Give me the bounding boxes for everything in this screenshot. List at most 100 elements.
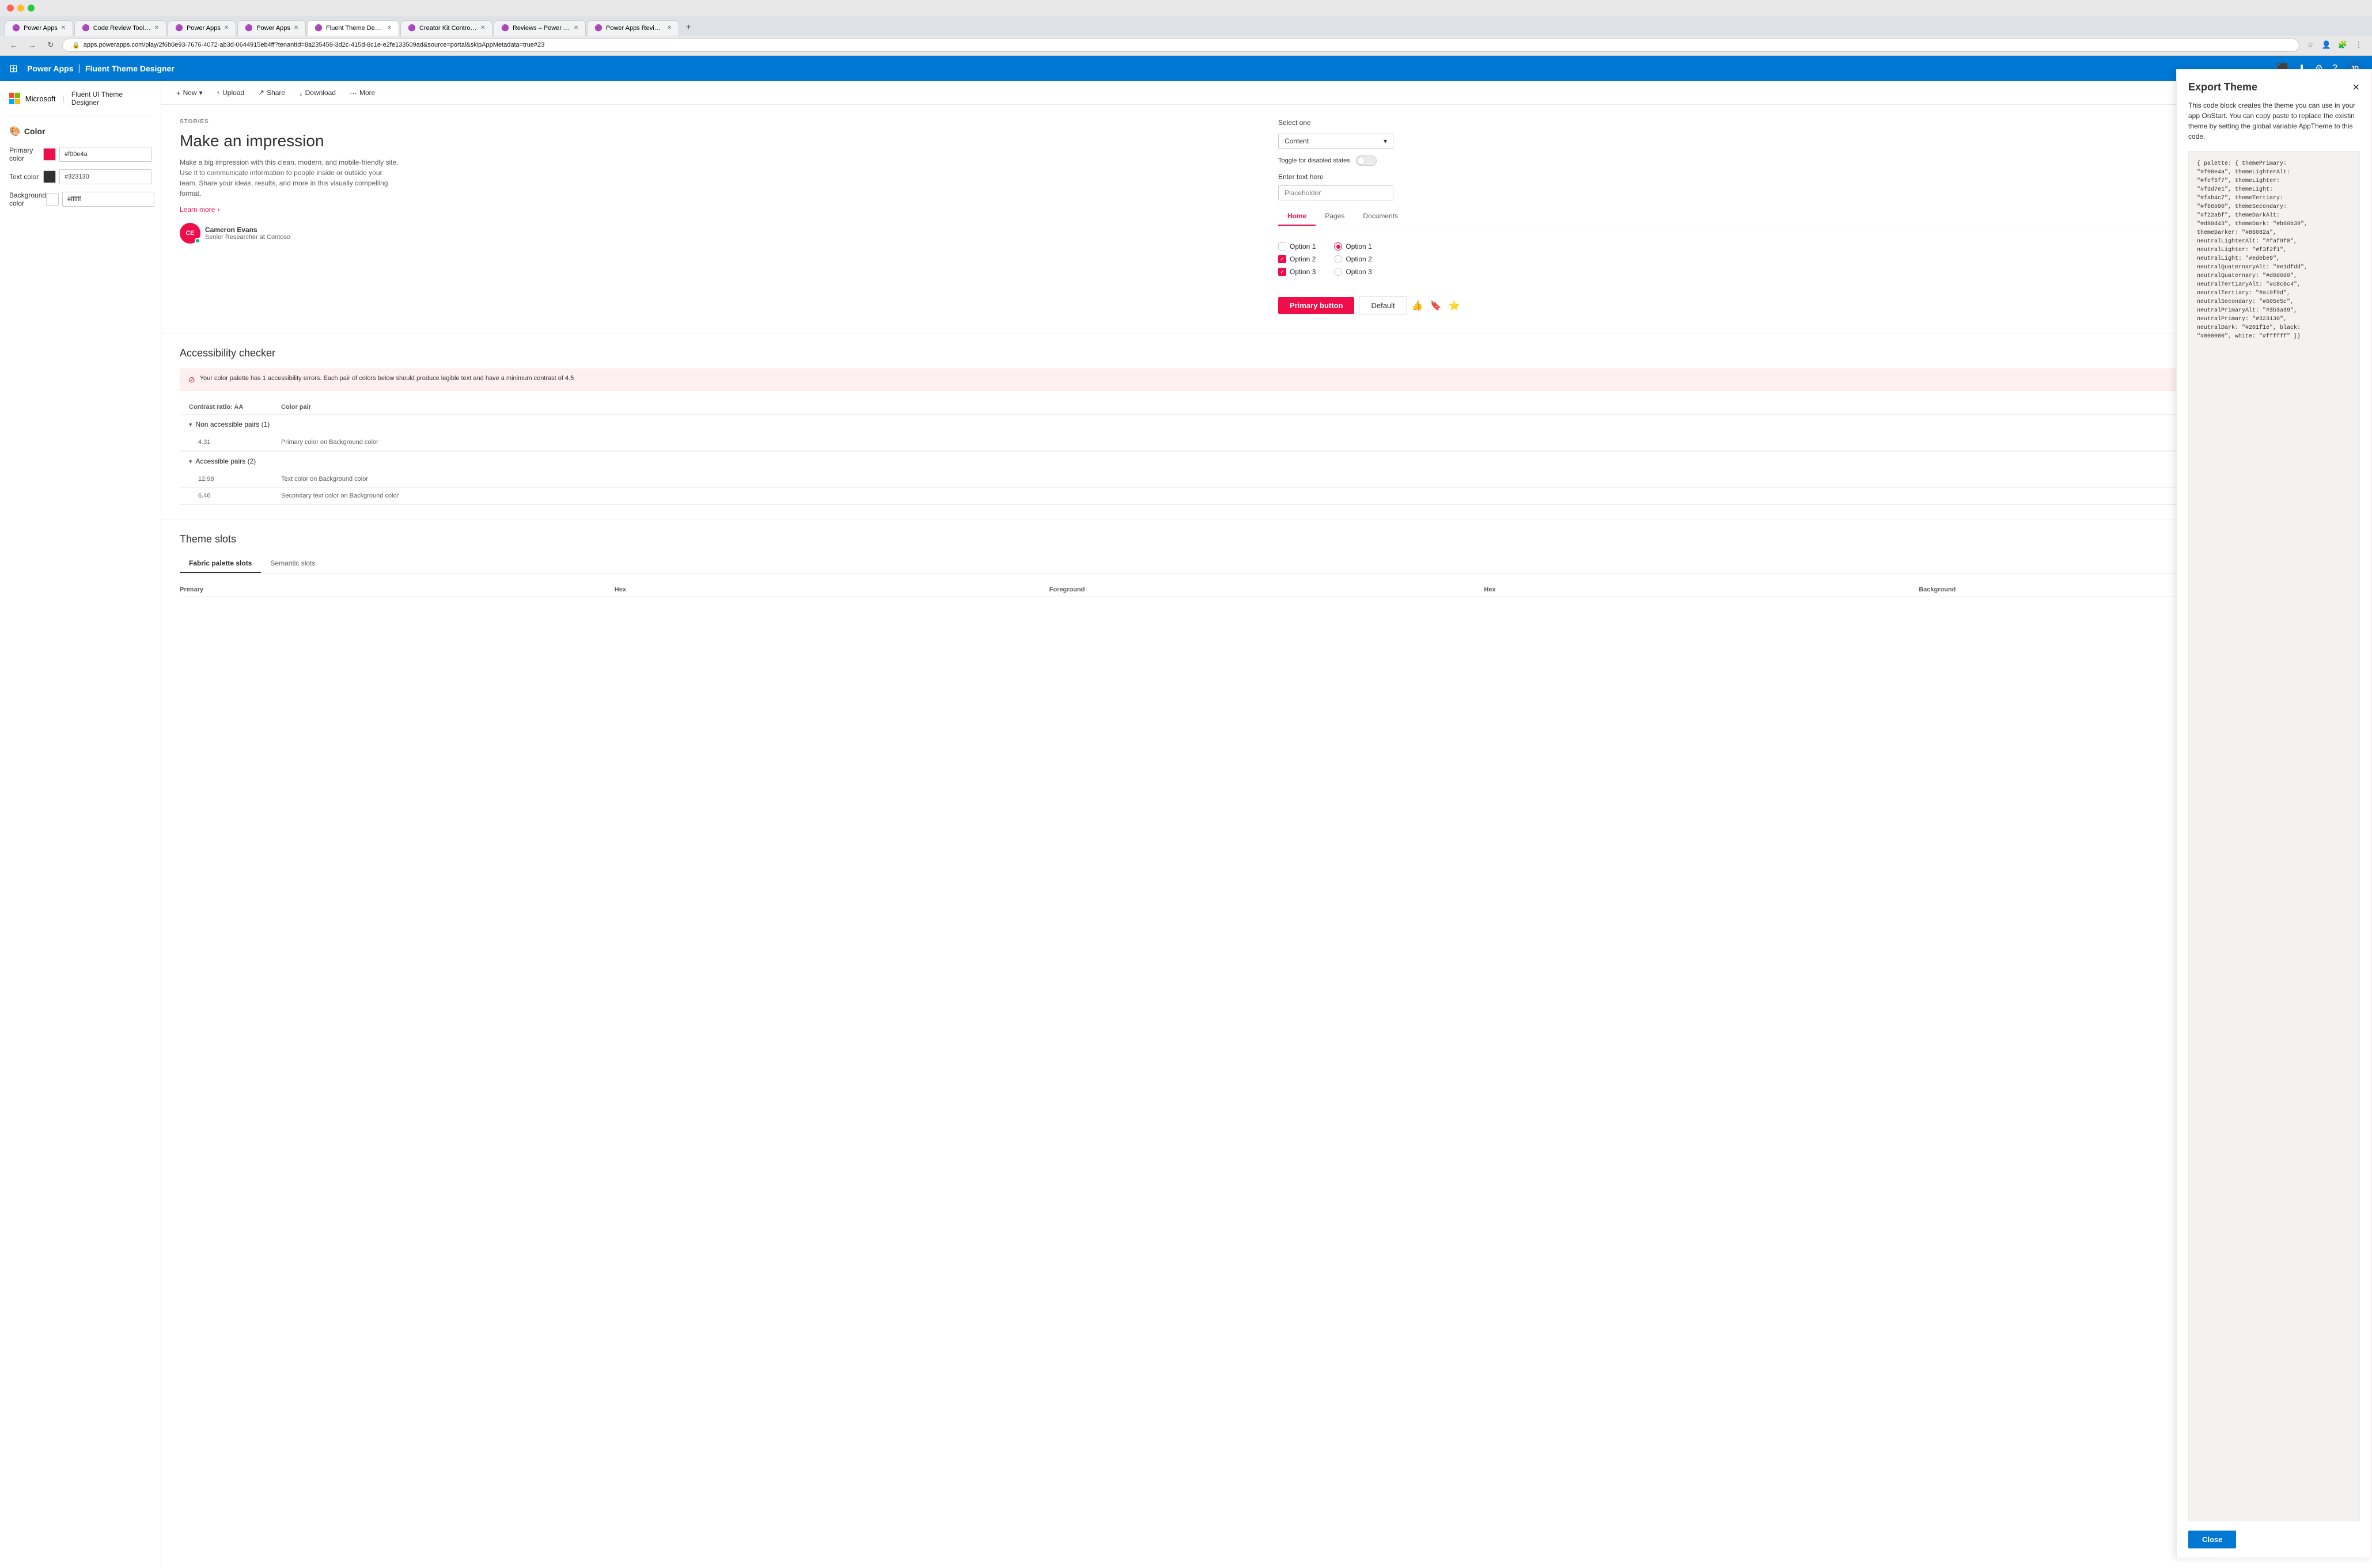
tab-close-5[interactable]: ✕ (387, 25, 392, 31)
new-button[interactable]: + New ▾ (170, 86, 209, 100)
radio-option-3[interactable]: Option 3 (1334, 268, 1371, 276)
settings-dots-icon[interactable]: ⋮ (2352, 39, 2365, 51)
tab-close-3[interactable]: ✕ (224, 25, 229, 31)
tab-favicon-1: 🟣 (12, 24, 20, 32)
new-chevron: ▾ (199, 89, 203, 97)
select-dropdown[interactable]: Content ▾ (1278, 134, 1393, 149)
close-traffic-light[interactable] (7, 5, 14, 12)
minimize-traffic-light[interactable] (17, 5, 24, 12)
primary-button[interactable]: Primary button (1278, 297, 1354, 314)
browser-tab-5[interactable]: 🟣 Fluent Theme Designer - ... ✕ (307, 20, 399, 36)
ratio-1: 4.31 (198, 439, 281, 446)
refresh-button[interactable]: ↻ (44, 38, 58, 52)
primary-color-input[interactable] (59, 147, 151, 162)
radio-option-1[interactable]: Option 1 (1334, 242, 1371, 250)
browser-chrome: 🟣 Power Apps ✕ 🟣 Code Review Tool Experi… (0, 0, 2372, 56)
waffle-icon[interactable]: ⊞ (9, 63, 18, 75)
default-button[interactable]: Default (1359, 297, 1407, 314)
accessible-header[interactable]: ▾ Accessible pairs (2) (180, 451, 2354, 471)
left-sidebar: Microsoft | Fluent UI Theme Designer 🎨 C… (0, 81, 161, 1568)
browser-tab-4[interactable]: 🟣 Power Apps ✕ (237, 20, 306, 36)
star-icon[interactable]: ⭐ (1449, 300, 1460, 312)
browser-tab-2[interactable]: 🟣 Code Review Tool Experim... ✕ (74, 20, 166, 36)
accessible-row-2: 6.46 Secondary text color on Background … (180, 488, 2354, 504)
tab-close-8[interactable]: ✕ (667, 25, 672, 31)
browser-tab-8[interactable]: 🟣 Power Apps Review Tool -... ✕ (587, 20, 679, 36)
export-code-block[interactable]: { palette: { themePrimary: "#f00e4a", th… (2188, 151, 2360, 1521)
browser-tab-7[interactable]: 🟣 Reviews – Power Apps ✕ (494, 20, 586, 36)
tab-close-7[interactable]: ✕ (574, 25, 578, 31)
share-button[interactable]: ↗ Share (252, 86, 291, 100)
background-color-swatch[interactable] (46, 193, 59, 206)
radio-2[interactable] (1334, 255, 1342, 263)
checkbox-option-2[interactable]: ✓ Option 2 (1278, 255, 1316, 263)
thumbup-icon[interactable]: 👍 (1412, 300, 1423, 312)
text-color-swatch[interactable] (43, 170, 56, 183)
primary-color-swatch[interactable] (43, 148, 56, 161)
tab-close-1[interactable]: ✕ (61, 25, 66, 31)
nav-tab-documents[interactable]: Documents (1354, 207, 1407, 226)
tab-favicon-8: 🟣 (594, 24, 603, 32)
tab-close-2[interactable]: ✕ (154, 25, 159, 31)
learn-more-link[interactable]: Learn more › (180, 206, 1255, 214)
export-description: This code block creates the theme you ca… (2177, 100, 2371, 151)
non-accessible-header[interactable]: ▾ Non accessible pairs (1) (180, 415, 2354, 434)
browser-tab-6[interactable]: 🟣 Creator Kit Control Refere... ✕ (400, 20, 492, 36)
tab-favicon-4: 🟣 (245, 24, 253, 32)
nav-tab-home[interactable]: Home (1278, 207, 1316, 226)
nav-tab-pages[interactable]: Pages (1316, 207, 1354, 226)
toggle-control[interactable] (1356, 155, 1377, 166)
new-icon: + (176, 89, 181, 97)
checkbox-option-3[interactable]: ✓ Option 3 (1278, 268, 1316, 276)
forward-button[interactable]: → (25, 38, 39, 52)
new-tab-button[interactable]: + (680, 20, 696, 36)
profile-icon[interactable]: 👤 (2320, 39, 2333, 51)
radio-3[interactable] (1334, 268, 1342, 276)
export-close-button[interactable]: Close (2188, 1531, 2236, 1548)
expand-icon-1: ▾ (189, 421, 192, 428)
ratio-3: 6.46 (198, 492, 281, 499)
slot-col-foreground: Foreground (1049, 586, 1484, 593)
checkbox-2-label: Option 2 (1290, 255, 1316, 263)
browser-tab-3[interactable]: 🟣 Power Apps ✕ (168, 20, 236, 36)
tab-close-4[interactable]: ✕ (294, 25, 298, 31)
radio-option-2[interactable]: Option 2 (1334, 255, 1371, 263)
learn-more-chevron: › (217, 206, 219, 214)
non-accessible-row-1: 4.31 Primary color on Background color t… (180, 434, 2354, 451)
fullscreen-traffic-light[interactable] (28, 5, 35, 12)
tab-close-6[interactable]: ✕ (480, 25, 485, 31)
slot-tab-semantic[interactable]: Semantic slots (261, 555, 324, 573)
address-bar[interactable]: 🔒 apps.powerapps.com/play/2f6b0e93-7676-… (62, 39, 2299, 52)
download-button[interactable]: ↓ Download (293, 86, 342, 100)
tab-favicon-6: 🟣 (408, 24, 416, 32)
accessible-title: Accessible pairs (2) (196, 457, 256, 465)
browser-tab-1[interactable]: 🟣 Power Apps ✕ (5, 20, 73, 36)
checkbox-2[interactable]: ✓ (1278, 255, 1286, 263)
back-button[interactable]: ← (7, 38, 21, 52)
tab-title-1: Power Apps (24, 25, 58, 32)
slot-tab-fabric[interactable]: Fabric palette slots (180, 555, 261, 573)
tab-title-4: Power Apps (256, 25, 290, 32)
checkbox-3[interactable]: ✓ (1278, 268, 1286, 276)
header-ratio: Contrast ratio: AA (189, 404, 281, 411)
stories-label: STORIES (180, 119, 1255, 125)
upload-icon: ↑ (217, 89, 221, 97)
bookmark-preview-icon[interactable]: 🔖 (1430, 300, 1442, 312)
radio-1[interactable] (1334, 242, 1342, 250)
upload-button[interactable]: ↑ Upload (211, 86, 251, 100)
extensions-icon[interactable]: 🧩 (2336, 39, 2349, 51)
checkbox-3-label: Option 3 (1290, 268, 1316, 276)
checkbox-1[interactable] (1278, 242, 1286, 250)
background-color-input[interactable] (62, 192, 154, 207)
bookmark-icon[interactable]: ☆ (2304, 39, 2317, 51)
more-button[interactable]: ··· More (344, 86, 381, 100)
checkbox-option-1[interactable]: Option 1 (1278, 242, 1316, 250)
hero-description: Make a big impression with this clean, m… (180, 157, 399, 199)
background-color-row: Background color (9, 191, 151, 207)
tab-title-7: Reviews – Power Apps (513, 25, 570, 32)
tab-title-5: Fluent Theme Designer - ... (326, 25, 384, 32)
export-close-icon[interactable]: ✕ (2352, 82, 2360, 93)
avatar-title-text: Senior Researcher at Contoso (205, 234, 290, 241)
text-color-input[interactable] (59, 169, 151, 184)
text-input[interactable] (1278, 185, 1393, 200)
